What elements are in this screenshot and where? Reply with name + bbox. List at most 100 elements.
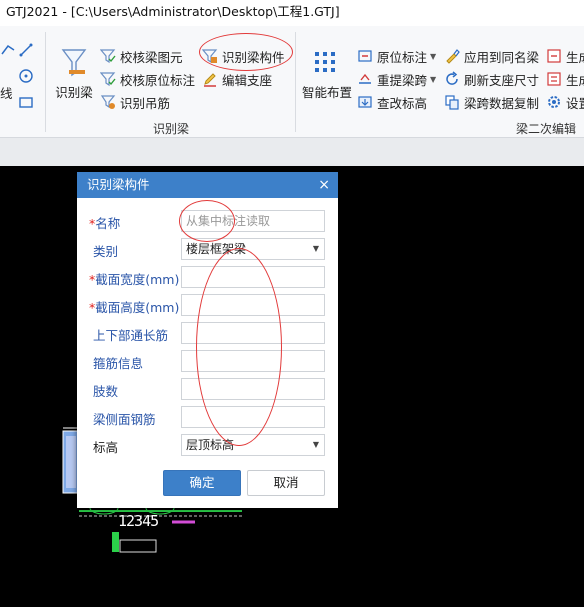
- re-extract-span-button[interactable]: 重提梁跨 ▼: [357, 69, 436, 89]
- side-bars-label: 梁侧面钢筋: [93, 412, 156, 427]
- category-select[interactable]: 楼层框架梁 ▼: [181, 238, 325, 260]
- original-annotation-label: 原位标注: [377, 49, 428, 65]
- legs-count-label: 肢数: [93, 384, 119, 399]
- line-icon: [18, 42, 34, 58]
- name-label: *名称: [89, 213, 120, 232]
- ribbon-separator: [295, 32, 296, 132]
- ribbon-separator: [45, 32, 46, 132]
- left-tool-3[interactable]: [18, 66, 38, 86]
- elevation-value: 层顶标高: [186, 438, 235, 452]
- field-row-legs: 肢数: [77, 378, 338, 402]
- category-value: 楼层框架梁: [186, 242, 247, 256]
- left-tool-2[interactable]: [18, 40, 38, 60]
- section-height-input[interactable]: [181, 294, 325, 316]
- level-icon: [357, 94, 373, 110]
- apply-same-name-button[interactable]: 应用到同名梁: [444, 46, 539, 66]
- legs-count-input[interactable]: [181, 378, 325, 400]
- field-row-name: *名称 从集中标注读取: [77, 210, 338, 234]
- brush-icon: [444, 48, 460, 64]
- generate-icon: [546, 71, 562, 87]
- check-funnel-icon: [99, 48, 116, 64]
- span-data-copy-button[interactable]: 梁跨数据复制: [444, 92, 539, 112]
- check-funnel-icon: [99, 71, 116, 87]
- identify-beam-component-dialog: 识别梁构件 × *名称 从集中标注读取 类别 楼层框架梁 ▼ *截面宽度(mm)…: [77, 172, 338, 508]
- refresh-icon: [444, 71, 460, 87]
- window-title: GTJ2021 - [C:\Users\Administrator\Deskto…: [0, 0, 584, 26]
- name-input[interactable]: 从集中标注读取: [181, 210, 325, 232]
- chevron-down-icon: ▼: [430, 51, 437, 61]
- group-label-beam-secondary-edit: 梁二次编辑: [516, 122, 577, 136]
- edit-support-button[interactable]: 编辑支座: [202, 69, 272, 89]
- cancel-button[interactable]: 取消: [247, 470, 325, 496]
- identify-hanger-label: 识别吊筋: [120, 95, 171, 111]
- generate-label-1: 生成: [566, 49, 584, 65]
- tab-strip: [0, 138, 584, 167]
- ok-button[interactable]: 确定: [163, 470, 241, 496]
- stirrup-info-label: 箍筋信息: [93, 356, 144, 371]
- dialog-title-bar: 识别梁构件 ×: [77, 172, 338, 198]
- smart-layout-label: 智能布置: [301, 85, 352, 100]
- field-row-side-bars: 梁侧面钢筋: [77, 406, 338, 430]
- section-height-label-text: 截面高度(mm): [95, 300, 180, 315]
- settings-label: 设置: [566, 95, 584, 111]
- name-label-text: 名称: [95, 216, 121, 231]
- query-level-label: 查改标高: [377, 95, 428, 111]
- identify-hanger-button[interactable]: 识别吊筋: [100, 92, 170, 112]
- generate-button-1[interactable]: 生成: [546, 46, 584, 66]
- gear-icon: [546, 94, 562, 110]
- generate-label-2: 生成: [566, 72, 584, 88]
- identify-beam-component-label: 识别梁构件: [222, 49, 285, 65]
- refresh-support-size-label: 刷新支座尺寸: [464, 72, 540, 88]
- original-annotation-button[interactable]: 原位标注 ▼: [357, 46, 436, 66]
- rectangle-icon: [18, 94, 34, 110]
- generate-button-2[interactable]: 生成: [546, 69, 584, 89]
- apply-same-name-label: 应用到同名梁: [464, 49, 540, 65]
- close-icon[interactable]: ×: [318, 172, 330, 198]
- generate-icon: [546, 48, 562, 64]
- check-beam-element-button[interactable]: 校核梁图元: [99, 46, 183, 66]
- identify-beam-component-button[interactable]: 识别梁构件: [201, 46, 285, 66]
- field-row-elevation: 标高 层顶标高 ▼: [77, 434, 338, 458]
- side-bars-input[interactable]: [181, 406, 325, 428]
- stirrup-info-input[interactable]: [181, 350, 325, 372]
- elevation-label: 标高: [93, 440, 119, 455]
- elevation-select[interactable]: 层顶标高 ▼: [181, 434, 325, 456]
- settings-button[interactable]: 设置: [546, 92, 584, 112]
- field-row-stirrup: 箍筋信息: [77, 350, 338, 374]
- section-width-label-text: 截面宽度(mm): [95, 272, 180, 287]
- category-label: 类别: [93, 244, 119, 259]
- edit-support-label: 编辑支座: [222, 72, 273, 88]
- refresh-support-size-button[interactable]: 刷新支座尺寸: [444, 69, 539, 89]
- ribbon-toolbar: 线 识别梁 校核梁图元 校核原位标注 识别吊筋 识别梁构件 编辑支座 识别梁 智…: [0, 26, 584, 138]
- section-width-label: *截面宽度(mm): [89, 269, 179, 288]
- smart-layout-button[interactable]: 智能布置: [301, 46, 353, 101]
- left-tool-4[interactable]: [18, 92, 38, 112]
- span-data-copy-label: 梁跨数据复制: [464, 95, 540, 111]
- check-beam-element-label: 校核梁图元: [120, 49, 183, 65]
- group-label-identify-beam: 识别梁: [153, 122, 190, 136]
- chevron-down-icon: ▼: [312, 440, 319, 449]
- polyline-icon: [0, 42, 16, 58]
- chevron-down-icon: ▼: [312, 244, 319, 253]
- field-row-width: *截面宽度(mm): [77, 266, 338, 290]
- span-icon: [357, 71, 373, 87]
- copy-icon: [444, 94, 460, 110]
- dialog-title: 识别梁构件: [87, 177, 150, 192]
- field-row-height: *截面高度(mm): [77, 294, 338, 318]
- section-height-label: *截面高度(mm): [89, 297, 179, 316]
- circle-icon: [18, 68, 34, 84]
- left-tool-1[interactable]: [0, 40, 20, 60]
- edit-pencil-icon: [202, 71, 218, 87]
- through-bars-input[interactable]: [181, 322, 325, 344]
- query-level-button[interactable]: 查改标高: [357, 92, 427, 112]
- section-width-input[interactable]: [181, 266, 325, 288]
- chevron-down-icon: ▼: [430, 74, 437, 84]
- identify-beam-button[interactable]: 识别梁: [52, 46, 96, 101]
- left-partial-label: 线: [0, 85, 13, 101]
- annotation-icon: [357, 48, 373, 64]
- funnel-icon: [52, 46, 96, 82]
- identify-beam-label: 识别梁: [55, 85, 93, 100]
- check-original-annotation-button[interactable]: 校核原位标注: [99, 69, 195, 89]
- grid-layout-icon: [301, 46, 353, 82]
- field-row-through-bars: 上下部通长筋: [77, 322, 338, 346]
